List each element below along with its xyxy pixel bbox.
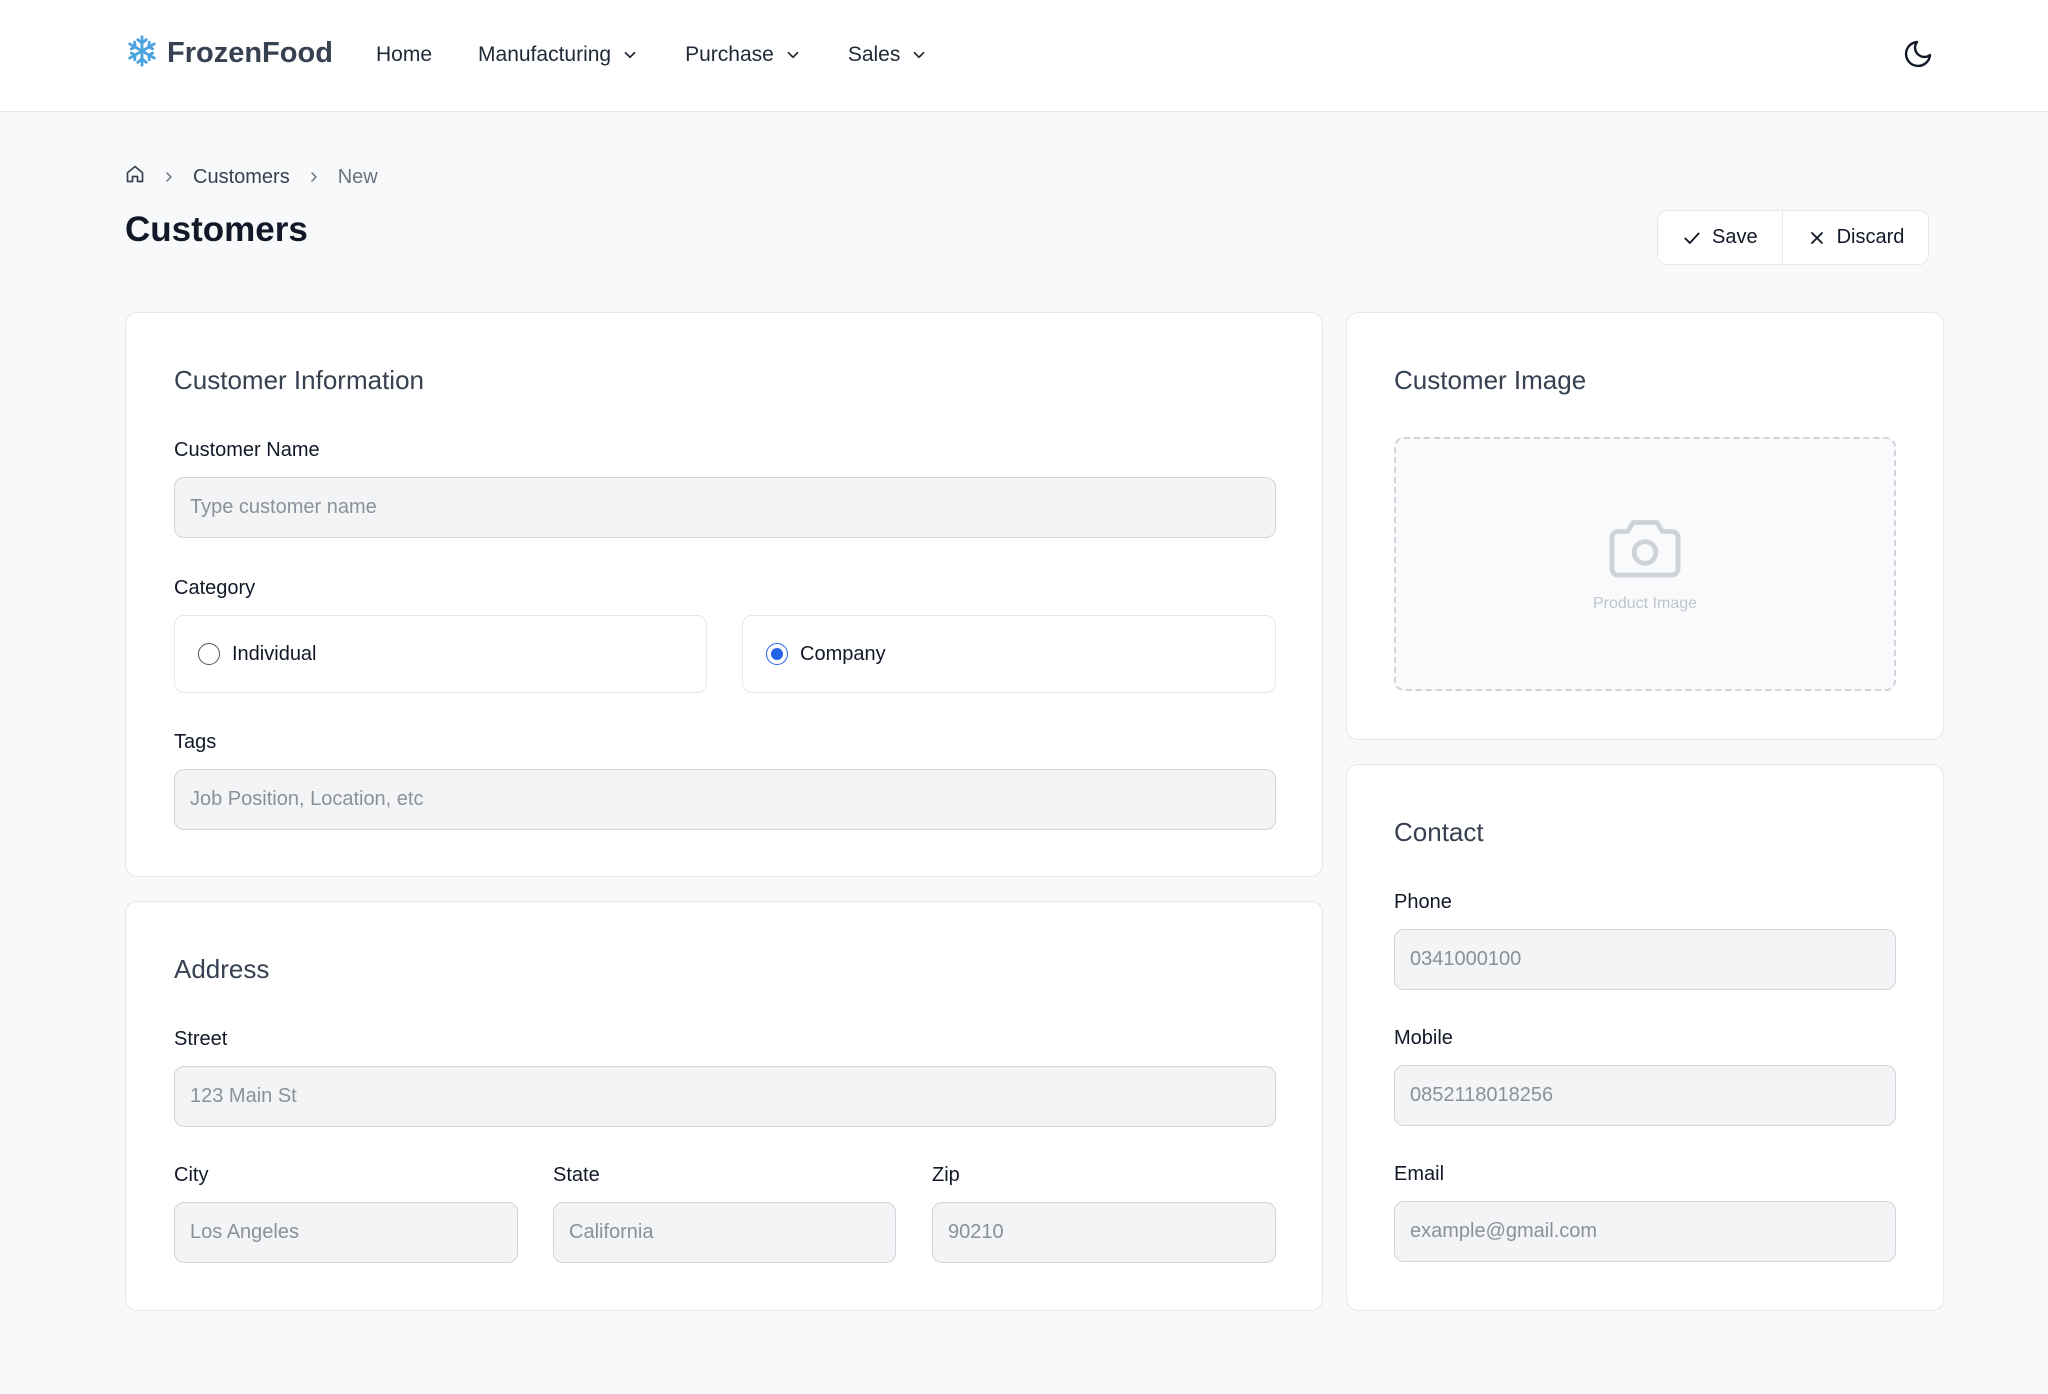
main-nav: Home Manufacturing Purchase Sales [376, 36, 974, 74]
company-radio[interactable] [766, 643, 788, 665]
category-label: Category [174, 577, 256, 599]
category-company-option[interactable]: Company [742, 615, 1276, 693]
check-icon [1684, 232, 1700, 244]
breadcrumb: Customers New [125, 164, 378, 190]
mobile-label: Mobile [1394, 1027, 1453, 1049]
chevron-down-icon [624, 51, 636, 59]
save-button[interactable]: Save [1658, 211, 1782, 264]
home-icon[interactable] [125, 164, 145, 190]
customer-information-title: Customer Information [174, 365, 424, 395]
category-individual-option[interactable]: Individual [174, 615, 707, 693]
theme-toggle-button[interactable] [1902, 38, 1936, 72]
state-input[interactable] [553, 1202, 896, 1263]
chevron-right-icon [166, 172, 172, 182]
contact-title: Contact [1394, 817, 1484, 847]
nav-sales-label: Sales [847, 43, 901, 66]
individual-label: Individual [232, 642, 317, 665]
customer-image-title: Customer Image [1394, 365, 1587, 395]
city-input[interactable] [174, 1202, 518, 1263]
email-input[interactable] [1394, 1201, 1896, 1262]
chevron-down-icon [914, 51, 925, 59]
image-placeholder-label: Product Image [1592, 595, 1698, 612]
zip-label: Zip [932, 1164, 960, 1186]
customer-name-input[interactable] [174, 477, 1276, 538]
state-label: State [553, 1164, 600, 1186]
customer-name-label: Customer Name [174, 439, 320, 461]
brand-name: FrozenFood [167, 36, 333, 69]
form-actions: Save Discard [1657, 210, 1930, 265]
save-label: Save [1712, 226, 1758, 248]
tags-input[interactable] [174, 769, 1276, 830]
customer-image-card: Customer Image Product Image [1346, 312, 1944, 740]
address-card: Address Street City State Zip [125, 901, 1323, 1311]
nav-manufacturing-label: Manufacturing [478, 43, 612, 66]
image-upload-dropzone[interactable]: Product Image [1394, 437, 1896, 691]
customer-information-card: Customer Information Customer Name Categ… [125, 312, 1323, 877]
breadcrumb-customers[interactable]: Customers [193, 166, 290, 189]
individual-radio[interactable] [198, 643, 220, 665]
street-label: Street [174, 1028, 228, 1050]
chevron-right-icon [310, 172, 317, 182]
phone-label: Phone [1394, 891, 1452, 913]
phone-input[interactable] [1394, 929, 1896, 990]
nav-purchase[interactable]: Purchase [685, 43, 802, 67]
close-icon [1810, 231, 1823, 244]
nav-home-label: Home [376, 43, 433, 66]
discard-button[interactable]: Discard [1781, 211, 1929, 264]
zip-input[interactable] [932, 1202, 1276, 1263]
camera-icon [1609, 520, 1681, 578]
company-label: Company [800, 642, 886, 665]
mobile-input[interactable] [1394, 1065, 1896, 1126]
address-title: Address [174, 954, 270, 984]
nav-manufacturing[interactable]: Manufacturing [478, 43, 639, 67]
moon-icon [1904, 40, 1932, 68]
tags-label: Tags [174, 731, 217, 753]
discard-label: Discard [1836, 226, 1905, 248]
nav-sales[interactable]: Sales [848, 43, 929, 67]
page-title: Customers [125, 210, 308, 249]
brand-logo[interactable]: FrozenFood [125, 32, 333, 74]
snowflake-icon [125, 34, 159, 73]
chevron-down-icon [787, 51, 799, 59]
street-input[interactable] [174, 1066, 1276, 1127]
breadcrumb-new: New [337, 165, 378, 188]
nav-purchase-label: Purchase [685, 43, 774, 66]
email-label: Email [1394, 1163, 1445, 1185]
contact-card: Contact Phone Mobile Email [1346, 764, 1944, 1311]
top-navbar: FrozenFood Home Manufacturing Purchase S… [0, 0, 2048, 112]
nav-home[interactable]: Home [376, 43, 432, 67]
city-label: City [174, 1164, 209, 1186]
